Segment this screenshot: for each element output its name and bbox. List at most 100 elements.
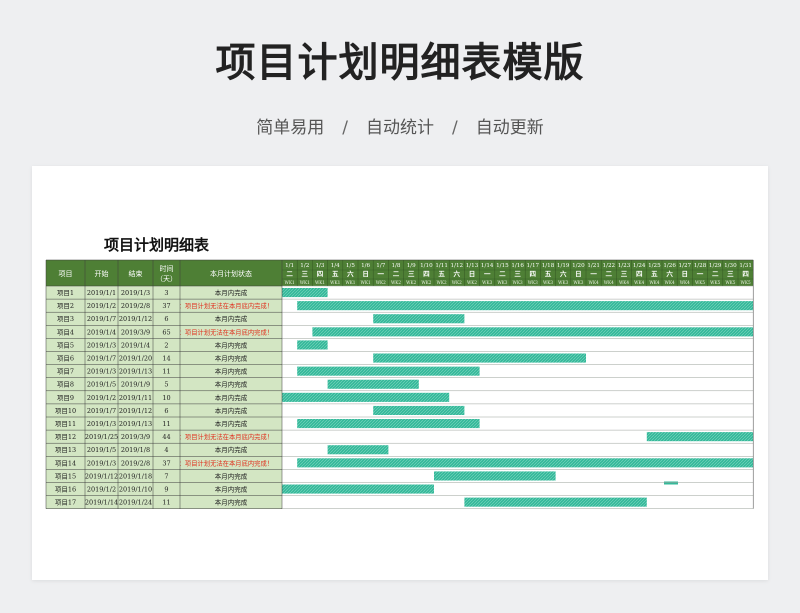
gantt-bar xyxy=(434,471,556,481)
week-label: WK1 xyxy=(315,280,325,285)
gantt-bar xyxy=(297,340,328,350)
gantt-bar xyxy=(327,379,419,389)
cell-status: 本月内完成 xyxy=(215,419,248,428)
cell-status: 本月内完成 xyxy=(215,393,248,402)
week-label: WK3 xyxy=(482,280,492,285)
cell-days: 44 xyxy=(162,433,170,441)
cell-end-date: 2019/1/12 xyxy=(119,315,152,323)
cell-project-name: 项目9 xyxy=(57,394,74,402)
cell-days: 4 xyxy=(164,446,168,454)
cell-status: 本月内完成 xyxy=(215,471,248,480)
cell-start-date: 2019/1/4 xyxy=(87,328,116,336)
header-project: 项目 xyxy=(59,270,73,278)
cell-start-date: 2019/1/2 xyxy=(87,302,116,310)
cell-status: 本月内完成 xyxy=(215,340,248,349)
header-days: 时间 xyxy=(160,264,174,273)
cell-start-date: 2019/1/5 xyxy=(87,446,116,454)
cell-status: 本月内完成 xyxy=(215,498,248,507)
weekday-label: 三 xyxy=(727,270,734,278)
date-label: 1/6 xyxy=(361,263,370,269)
cell-project-name: 项目11 xyxy=(55,420,76,428)
date-label: 1/11 xyxy=(435,263,448,269)
cell-start-date: 2019/1/25 xyxy=(85,433,118,441)
cell-end-date: 2019/1/18 xyxy=(119,472,152,480)
cell-status: 本月内完成 xyxy=(215,380,248,389)
week-label: WK3 xyxy=(528,280,538,285)
week-label: WK1 xyxy=(345,280,355,285)
cell-status-warning: 提醒：项目计划无法在本月底内完成！ xyxy=(166,458,273,467)
cell-end-date: 2019/3/9 xyxy=(121,328,150,336)
cell-days: 10 xyxy=(162,394,170,402)
date-label: 1/12 xyxy=(451,263,464,269)
cell-days: 9 xyxy=(164,485,168,493)
timeline-row xyxy=(282,338,754,352)
week-label: WK2 xyxy=(421,280,431,285)
cell-start-date: 2019/1/3 xyxy=(87,420,116,428)
cell-status-warning: 提醒：项目计划无法在本月底内完成！ xyxy=(166,327,273,336)
cell-start-date: 2019/1/5 xyxy=(87,381,116,389)
weekday-label: 五 xyxy=(545,270,552,278)
timeline-row xyxy=(282,312,754,326)
date-label: 1/23 xyxy=(618,263,631,269)
gantt-bar xyxy=(297,458,754,468)
cell-status: 本月内完成 xyxy=(215,288,248,297)
cell-project-name: 项目6 xyxy=(57,354,74,362)
weekday-label: 三 xyxy=(514,270,521,278)
date-label: 1/27 xyxy=(679,263,692,269)
weekday-label: 一 xyxy=(697,270,704,278)
week-label: WK2 xyxy=(391,280,401,285)
gantt-bar xyxy=(373,353,586,363)
header-start: 开始 xyxy=(95,269,109,278)
weekday-label: 一 xyxy=(590,270,597,278)
date-label: 1/17 xyxy=(527,263,540,269)
cell-start-date: 2019/1/12 xyxy=(85,472,118,480)
weekday-label: 一 xyxy=(378,270,385,278)
week-label: WK4 xyxy=(665,280,675,285)
date-label: 1/25 xyxy=(648,263,661,269)
date-label: 1/7 xyxy=(376,263,385,269)
gantt-bar xyxy=(282,288,328,298)
cell-project-name: 项目10 xyxy=(55,407,76,415)
cell-days: 11 xyxy=(162,368,170,376)
cell-start-date: 2019/1/1 xyxy=(87,289,116,297)
cell-end-date: 2019/1/20 xyxy=(119,354,152,362)
week-label: WK3 xyxy=(558,280,568,285)
cell-days: 37 xyxy=(162,302,170,310)
cell-end-date: 2019/1/24 xyxy=(119,499,152,507)
cell-days: 7 xyxy=(164,472,168,480)
gantt-bar xyxy=(282,392,450,402)
gantt-bar xyxy=(373,314,465,324)
date-label: 1/10 xyxy=(420,263,433,269)
date-label: 1/28 xyxy=(694,263,707,269)
cell-project-name: 项目17 xyxy=(55,499,76,507)
week-label: WK5 xyxy=(741,280,751,285)
cell-start-date: 2019/1/3 xyxy=(87,368,116,376)
date-label: 1/9 xyxy=(407,263,416,269)
weekday-label: 日 xyxy=(575,270,582,278)
cell-end-date: 2019/2/8 xyxy=(121,459,150,467)
cell-status: 本月内完成 xyxy=(215,445,248,454)
week-label: WK4 xyxy=(589,280,599,285)
date-label: 1/20 xyxy=(572,263,585,269)
cell-project-name: 项目5 xyxy=(57,341,74,349)
date-label: 1/8 xyxy=(391,263,400,269)
cell-project-name: 项目14 xyxy=(55,459,76,467)
weekday-label: 三 xyxy=(302,270,309,278)
cell-status-warning: 提醒：项目计划无法在本月底内完成！ xyxy=(166,301,273,310)
gantt-bar xyxy=(646,432,754,442)
cell-end-date: 2019/3/9 xyxy=(121,433,150,441)
week-label: WK4 xyxy=(604,280,614,285)
gantt-bar xyxy=(373,405,465,415)
weekday-label: 日 xyxy=(682,270,689,278)
weekday-label: 六 xyxy=(454,269,461,278)
cell-start-date: 2019/1/7 xyxy=(87,407,116,415)
week-label: WK3 xyxy=(497,280,507,285)
gantt-bar xyxy=(297,301,754,311)
cell-days: 6 xyxy=(164,315,168,323)
cell-status: 本月内完成 xyxy=(215,406,248,415)
date-label: 1/21 xyxy=(587,263,600,269)
cell-start-date: 2019/1/14 xyxy=(85,499,118,507)
weekday-label: 三 xyxy=(408,270,415,278)
cell-project-name: 项目4 xyxy=(57,328,74,336)
week-label: WK5 xyxy=(710,280,720,285)
